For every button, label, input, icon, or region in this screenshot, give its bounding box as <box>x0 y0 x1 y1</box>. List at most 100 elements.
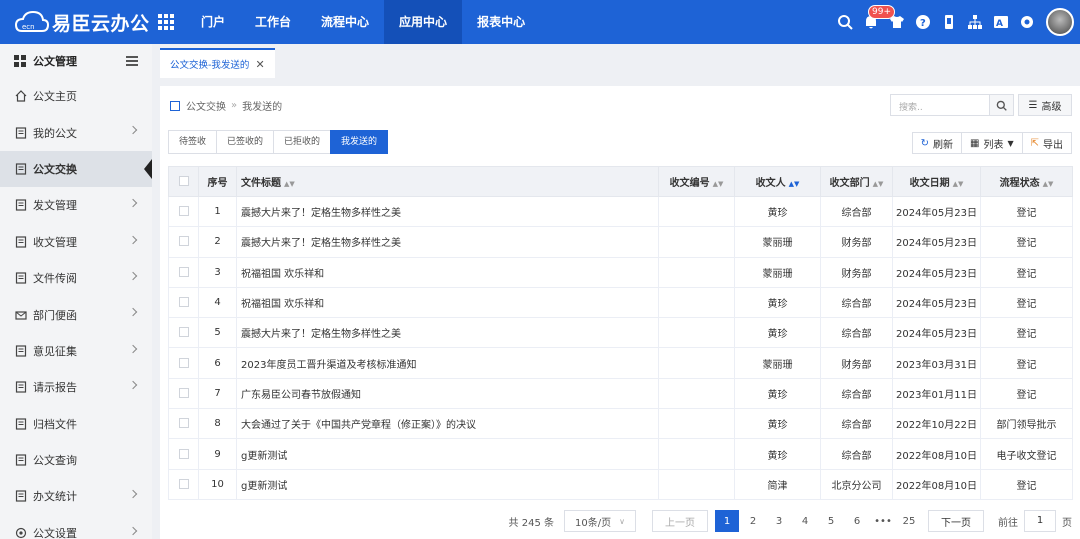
search-button[interactable] <box>990 94 1014 116</box>
page-size-select[interactable]: 10条/页 ∨ <box>564 510 636 532</box>
page-number-button[interactable]: 1 <box>715 510 739 532</box>
chevron-right-icon[interactable] <box>128 344 138 353</box>
export-button[interactable]: ⇱ 导出 <box>1021 132 1072 154</box>
app-grid-icon[interactable] <box>158 14 174 30</box>
table-row[interactable]: 6 2023年度员工晋升渠道及考核标准通知 蒙丽珊 财务部 2023年03月31日 登记 <box>168 347 1073 379</box>
goto-page-input[interactable]: 1 <box>1024 510 1056 532</box>
status-tab[interactable]: 已拒收的 <box>273 130 332 154</box>
list-view-button[interactable]: ▦ 列表 ▼ <box>961 132 1023 154</box>
sort-icon[interactable]: ▲▼ <box>1043 180 1054 188</box>
sidebar-item[interactable]: 部门便函 <box>0 296 152 332</box>
table-row[interactable]: 3 祝福祖国 欢乐祥和 蒙丽珊 财务部 2024年05月23日 登记 <box>168 257 1073 288</box>
cell-title[interactable]: 祝福祖国 欢乐祥和 <box>236 287 659 319</box>
sidebar-item[interactable]: 收文管理 <box>0 224 152 260</box>
search-input[interactable]: 搜索.. <box>890 94 990 116</box>
page-number-button[interactable]: 25 <box>897 510 921 532</box>
table-row[interactable]: 2 震撼大片来了！定格生物多样性之美 蒙丽珊 财务部 2024年05月23日 登记 <box>168 226 1073 258</box>
col-header-recipient[interactable]: 收文人 ▲▼ <box>734 166 821 197</box>
cell-title[interactable]: g更新测试 <box>236 438 659 470</box>
chevron-right-icon[interactable] <box>128 198 138 208</box>
org-chart-icon[interactable] <box>966 13 984 31</box>
cell-title[interactable]: 2023年度员工晋升渠道及考核标准通知 <box>236 347 659 379</box>
breadcrumb-root[interactable]: 公文交换 <box>186 98 226 113</box>
row-checkbox[interactable] <box>168 408 199 440</box>
sidebar-item[interactable]: 请示报告 <box>0 369 152 405</box>
refresh-button[interactable]: ↻ 刷新 <box>911 132 962 154</box>
prev-page-button[interactable]: 上一页 <box>652 510 708 532</box>
col-header-title[interactable]: 文件标题 ▲▼ <box>236 166 659 197</box>
sort-icon[interactable]: ▲▼ <box>873 180 884 188</box>
table-row[interactable]: 1 震撼大片来了！定格生物多样性之美 黄珍 综合部 2024年05月23日 登记 <box>168 196 1073 228</box>
chevron-right-icon[interactable] <box>128 308 138 317</box>
advanced-search-button[interactable]: ☰ 高级 <box>1018 94 1072 116</box>
row-checkbox[interactable] <box>168 347 199 379</box>
page-number-button[interactable]: 3 <box>767 510 791 532</box>
sidebar-item[interactable]: 发文管理 <box>0 187 152 223</box>
page-number-button[interactable]: 5 <box>819 510 843 532</box>
nav-item[interactable]: 报表中心 <box>462 0 540 44</box>
next-page-button[interactable]: 下一页 <box>928 510 984 532</box>
mobile-icon[interactable] <box>940 13 958 31</box>
row-checkbox[interactable] <box>168 317 199 349</box>
status-tab[interactable]: 我发送的 <box>330 130 389 154</box>
sidebar-item[interactable]: 公文设置 <box>0 515 152 539</box>
page-number-button[interactable]: 6 <box>845 510 869 532</box>
sidebar-item[interactable]: 我的公文 <box>0 114 152 150</box>
cell-title[interactable]: 广东易臣公司春节放假通知 <box>236 378 659 410</box>
chevron-right-icon[interactable] <box>128 235 138 244</box>
col-header-date[interactable]: 收文日期 ▲▼ <box>892 166 981 197</box>
bell-icon[interactable]: 99+ <box>862 5 895 31</box>
cell-title[interactable]: 震撼大片来了！定格生物多样性之美 <box>236 226 659 258</box>
chevron-right-icon[interactable] <box>128 271 138 281</box>
col-header-status[interactable]: 流程状态 ▲▼ <box>980 166 1073 197</box>
sort-icon[interactable]: ▲▼ <box>713 180 724 188</box>
cell-title[interactable]: 大会通过了关于《中国共产党章程（修正案）》的决议 <box>236 408 659 440</box>
chevron-right-icon[interactable] <box>128 490 138 499</box>
sidebar-item[interactable]: 文件传阅 <box>0 260 152 296</box>
chevron-right-icon[interactable] <box>128 126 138 135</box>
sort-asc-icon[interactable]: ▲▼ <box>789 180 800 188</box>
translate-icon[interactable]: A <box>992 13 1010 31</box>
collapse-menu-icon[interactable] <box>126 56 138 66</box>
nav-item[interactable]: 门户 <box>186 0 240 44</box>
nav-item[interactable]: 工作台 <box>240 0 306 44</box>
col-header-dept[interactable]: 收文部门 ▲▼ <box>820 166 893 197</box>
sort-icon[interactable]: ▲▼ <box>953 180 964 188</box>
shirt-icon[interactable] <box>888 13 906 31</box>
cell-title[interactable]: 祝福祖国 欢乐祥和 <box>236 257 659 288</box>
table-row[interactable]: 10 g更新测试 简津 北京分公司 2022年08月10日 登记 <box>168 469 1073 500</box>
row-checkbox[interactable] <box>168 378 199 410</box>
table-row[interactable]: 4 祝福祖国 欢乐祥和 黄珍 综合部 2024年05月23日 登记 <box>168 287 1073 319</box>
page-number-button[interactable]: 4 <box>793 510 817 532</box>
row-checkbox[interactable] <box>168 226 199 258</box>
sidebar-item[interactable]: 公文交换 <box>0 150 152 188</box>
status-tab[interactable]: 待签收 <box>168 130 218 154</box>
cell-title[interactable]: 震撼大片来了！定格生物多样性之美 <box>236 317 659 349</box>
cell-title[interactable]: 震撼大片来了！定格生物多样性之美 <box>236 196 659 228</box>
sort-icon[interactable]: ▲▼ <box>284 180 295 188</box>
sidebar-item[interactable]: 公文主页 <box>0 78 152 114</box>
nav-item[interactable]: 流程中心 <box>306 0 384 44</box>
nav-item[interactable]: 应用中心 <box>384 0 463 44</box>
table-row[interactable]: 5 震撼大片来了！定格生物多样性之美 黄珍 综合部 2024年05月23日 登记 <box>168 317 1073 349</box>
avatar[interactable] <box>1046 8 1074 36</box>
app-logo[interactable]: ecn 易臣云办公 <box>0 0 152 44</box>
gear-icon[interactable] <box>1018 13 1036 31</box>
help-icon[interactable]: ? <box>914 13 932 31</box>
tab-exchange-sent[interactable]: 公文交换-我发送的 ✕ <box>160 48 275 78</box>
chevron-right-icon[interactable] <box>128 380 138 390</box>
sidebar-item[interactable]: 公文查询 <box>0 442 152 478</box>
row-checkbox[interactable] <box>168 196 199 228</box>
chevron-right-icon[interactable] <box>128 526 138 535</box>
row-checkbox[interactable] <box>168 438 199 470</box>
sidebar-item[interactable]: 办文统计 <box>0 478 152 514</box>
select-all-checkbox[interactable] <box>168 166 199 197</box>
table-row[interactable]: 7 广东易臣公司春节放假通知 黄珍 综合部 2023年01月11日 登记 <box>168 378 1073 410</box>
search-icon[interactable] <box>836 13 854 31</box>
sidebar-item[interactable]: 意见征集 <box>0 333 152 369</box>
table-row[interactable]: 9 g更新测试 黄珍 综合部 2022年08月10日 电子收文登记 <box>168 438 1073 470</box>
page-number-button[interactable]: 2 <box>741 510 765 532</box>
close-icon[interactable]: ✕ <box>255 58 264 71</box>
sidebar-item[interactable]: 归档文件 <box>0 406 152 442</box>
cell-title[interactable]: g更新测试 <box>236 469 659 500</box>
